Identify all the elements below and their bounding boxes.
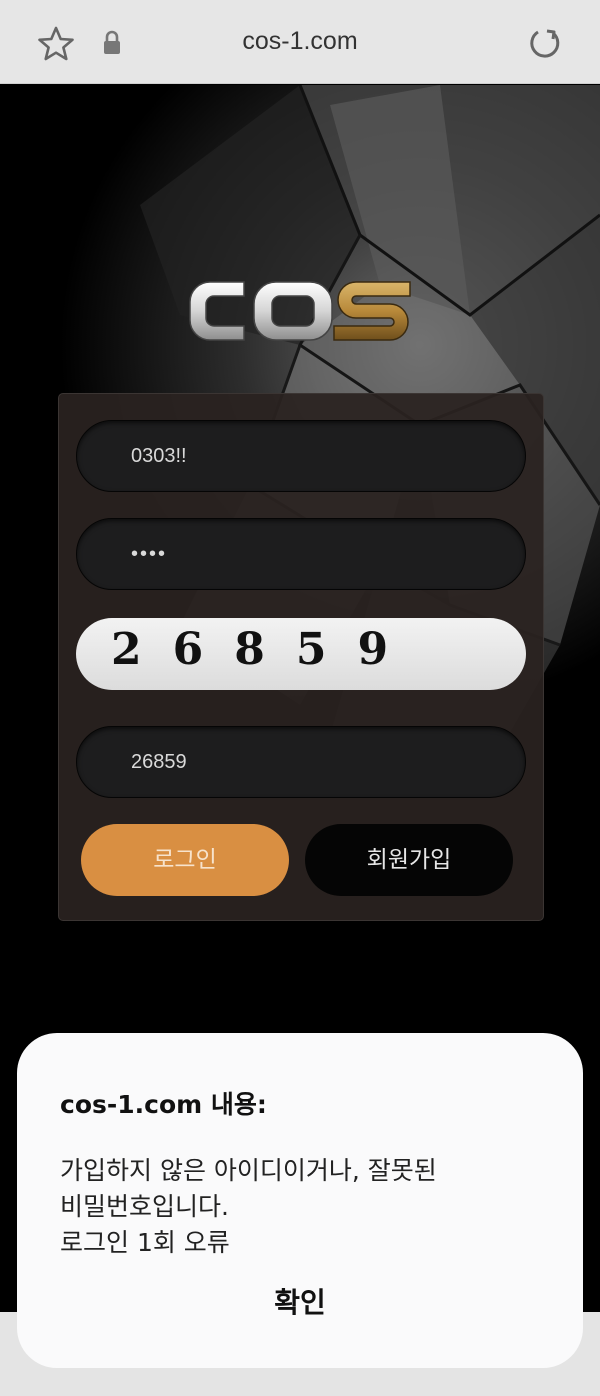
user-id-input[interactable]: 0303!! — [76, 420, 526, 492]
browser-toolbar: cos-1.com — [0, 0, 600, 84]
dialog-message-line: 로그인 1회 오류 — [60, 1228, 230, 1257]
captcha-input[interactable]: 26859 — [76, 726, 526, 798]
dialog-message-line: 비밀번호입니다. — [60, 1192, 229, 1221]
captcha-digits: 26859 — [111, 624, 420, 675]
dialog-message-line: 가입하지 않은 아이디이거나, 잘못된 — [60, 1156, 437, 1185]
dialog-message: 가입하지 않은 아이디이거나, 잘못된 비밀번호입니다. 로그인 1회 오류 — [60, 1153, 560, 1261]
alert-dialog: cos-1.com 내용: 가입하지 않은 아이디이거나, 잘못된 비밀번호입니… — [17, 1033, 583, 1368]
login-button[interactable]: 로그인 — [81, 824, 289, 896]
signup-button[interactable]: 회원가입 — [305, 824, 513, 896]
ok-button[interactable]: 확인 — [17, 1281, 583, 1321]
login-card: 0303!! •••• 26859 26859 로그인 회원가입 — [58, 393, 544, 921]
reload-icon[interactable] — [526, 24, 564, 62]
password-input[interactable]: •••• — [76, 518, 526, 590]
dialog-title: cos-1.com 내용: — [60, 1090, 267, 1119]
url-bar[interactable]: cos-1.com — [0, 27, 600, 56]
cos-logo — [189, 281, 411, 341]
captcha-image: 26859 — [76, 618, 526, 690]
